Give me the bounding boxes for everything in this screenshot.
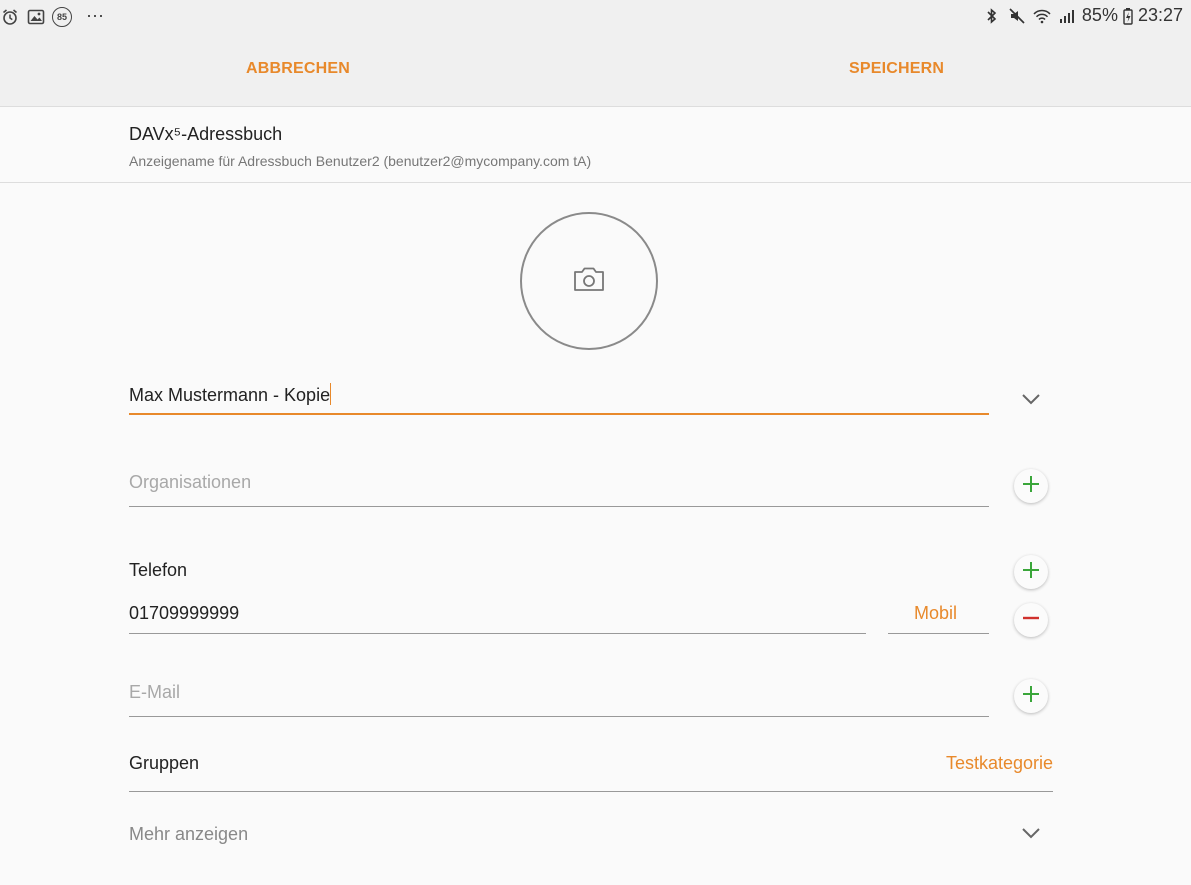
groups-underline (129, 791, 1053, 792)
groups-value[interactable]: Testkategorie (946, 753, 1053, 774)
name-value: Max Mustermann - Kopie (129, 385, 331, 405)
phone-type-underline (888, 633, 989, 634)
organization-field[interactable]: Organisationen (129, 472, 251, 493)
email-field[interactable]: E-Mail (129, 682, 180, 703)
phone-number-underline (129, 633, 866, 634)
more-notifications-icon: ⋯ (86, 6, 105, 26)
cancel-button[interactable]: ABBRECHEN (246, 60, 350, 78)
plus-icon (1021, 474, 1041, 499)
text-cursor (330, 383, 332, 405)
phone-section-label: Telefon (129, 560, 188, 580)
action-bar: ABBRECHEN SPEICHERN (0, 34, 1191, 107)
show-more-chevron-icon[interactable] (1020, 826, 1042, 845)
save-button[interactable]: SPEICHERN (849, 60, 944, 78)
alarm-icon (0, 7, 20, 27)
status-bar: 85 ⋯ 85% 23:27 (0, 0, 1191, 34)
plus-icon (1021, 560, 1041, 585)
groups-label: Gruppen (129, 753, 200, 773)
phone-number-field[interactable]: 01709999999 (129, 603, 239, 624)
name-field[interactable]: Max Mustermann - Kopie (129, 383, 332, 406)
battery-percent: 85% (1081, 5, 1118, 25)
signal-icon (1057, 6, 1077, 26)
phone-type-dropdown[interactable]: Mobil (914, 603, 957, 624)
expand-name-chevron-icon[interactable] (1020, 392, 1042, 411)
camera-icon (572, 265, 606, 298)
plus-icon (1021, 684, 1041, 709)
contact-photo-button[interactable] (520, 212, 658, 350)
minus-icon (1021, 608, 1041, 633)
gallery-icon (26, 7, 46, 27)
show-more-button[interactable]: Mehr anzeigen (129, 824, 248, 845)
clock: 23:27 (1137, 5, 1183, 25)
account-selector[interactable]: DAVx⁵-Adressbuch Anzeigename für Adressb… (0, 107, 1191, 183)
add-email-button[interactable] (1014, 679, 1048, 713)
name-underline (129, 413, 989, 415)
battery-charging-icon (1123, 6, 1133, 26)
add-organization-button[interactable] (1014, 469, 1048, 503)
account-title: DAVx⁵-Adressbuch (129, 124, 283, 144)
bluetooth-icon (982, 6, 1002, 26)
notification-badge-icon: 85 (52, 6, 72, 27)
account-subtitle: Anzeigename für Adressbuch Benutzer2 (be… (129, 153, 592, 169)
organization-underline (129, 506, 989, 507)
mute-icon (1007, 6, 1027, 26)
wifi-icon (1032, 6, 1052, 26)
remove-phone-button[interactable] (1014, 603, 1048, 637)
email-underline (129, 716, 989, 717)
add-phone-button[interactable] (1014, 555, 1048, 589)
